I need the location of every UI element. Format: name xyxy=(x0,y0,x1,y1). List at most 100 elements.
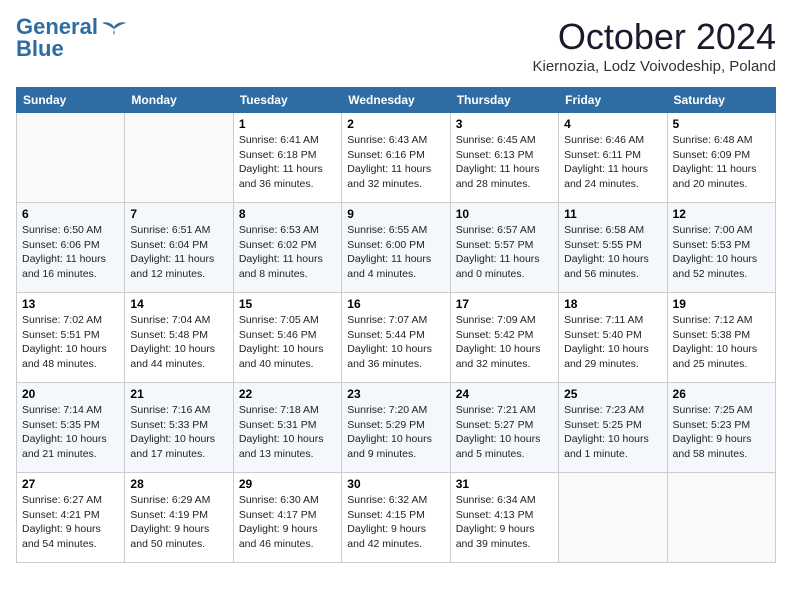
weekday-header: Saturday xyxy=(667,88,775,113)
calendar-cell: 18 Sunrise: 7:11 AM Sunset: 5:40 PM Dayli… xyxy=(559,293,667,383)
day-number: 25 xyxy=(564,387,661,401)
calendar-cell: 28 Sunrise: 6:29 AM Sunset: 4:19 PM Dayli… xyxy=(125,473,233,563)
location: Kiernozia, Lodz Voivodeship, Poland xyxy=(532,58,776,75)
day-info: Sunrise: 6:53 AM Sunset: 6:02 PM Dayligh… xyxy=(239,223,336,282)
calendar-week-row: 27 Sunrise: 6:27 AM Sunset: 4:21 PM Dayli… xyxy=(17,473,776,563)
calendar-cell: 5Sunrise: 6:48 AM Sunset: 6:09 PM Daylig… xyxy=(667,113,775,203)
day-number: 6 xyxy=(22,207,119,221)
day-info: Sunrise: 7:11 AM Sunset: 5:40 PM Dayligh… xyxy=(564,313,661,372)
day-number: 4 xyxy=(564,117,661,131)
calendar-cell: 30Sunrise: 6:32 AM Sunset: 4:15 PM Dayli… xyxy=(342,473,450,563)
calendar-week-row: 1Sunrise: 6:41 AM Sunset: 6:18 PM Daylig… xyxy=(17,113,776,203)
page-header: GeneralBlue October 2024 Kiernozia, Lodz… xyxy=(16,16,776,75)
calendar-week-row: 13Sunrise: 7:02 AM Sunset: 5:51 PM Dayli… xyxy=(17,293,776,383)
day-info: Sunrise: 7:20 AM Sunset: 5:29 PM Dayligh… xyxy=(347,403,444,462)
calendar-cell: 23 Sunrise: 7:20 AM Sunset: 5:29 PM Dayli… xyxy=(342,383,450,473)
day-number: 17 xyxy=(456,297,553,311)
calendar-cell: 6 Sunrise: 6:50 AM Sunset: 6:06 PM Daylig… xyxy=(17,203,125,293)
calendar-cell: 25 Sunrise: 7:23 AM Sunset: 5:25 PM Dayli… xyxy=(559,383,667,473)
day-info: Sunrise: 6:57 AM Sunset: 5:57 PM Dayligh… xyxy=(456,223,553,282)
calendar-cell xyxy=(125,113,233,203)
day-number: 3 xyxy=(456,117,553,131)
day-info: Sunrise: 7:02 AM Sunset: 5:51 PM Dayligh… xyxy=(22,313,119,372)
calendar-cell: 11 Sunrise: 6:58 AM Sunset: 5:55 PM Dayli… xyxy=(559,203,667,293)
day-number: 10 xyxy=(456,207,553,221)
day-info: Sunrise: 7:12 AM Sunset: 5:38 PM Dayligh… xyxy=(673,313,770,372)
day-info: Sunrise: 7:05 AM Sunset: 5:46 PM Dayligh… xyxy=(239,313,336,372)
calendar-cell: 4 Sunrise: 6:46 AM Sunset: 6:11 PM Daylig… xyxy=(559,113,667,203)
calendar-cell: 17 Sunrise: 7:09 AM Sunset: 5:42 PM Dayli… xyxy=(450,293,558,383)
calendar-cell: 16Sunrise: 7:07 AM Sunset: 5:44 PM Dayli… xyxy=(342,293,450,383)
day-number: 18 xyxy=(564,297,661,311)
calendar-cell: 21 Sunrise: 7:16 AM Sunset: 5:33 PM Dayli… xyxy=(125,383,233,473)
day-info: Sunrise: 6:27 AM Sunset: 4:21 PM Dayligh… xyxy=(22,493,119,552)
calendar-cell: 29Sunrise: 6:30 AM Sunset: 4:17 PM Dayli… xyxy=(233,473,341,563)
day-number: 19 xyxy=(673,297,770,311)
calendar-cell: 7 Sunrise: 6:51 AM Sunset: 6:04 PM Daylig… xyxy=(125,203,233,293)
day-info: Sunrise: 6:32 AM Sunset: 4:15 PM Dayligh… xyxy=(347,493,444,552)
day-number: 29 xyxy=(239,477,336,491)
calendar-cell: 2 Sunrise: 6:43 AM Sunset: 6:16 PM Daylig… xyxy=(342,113,450,203)
calendar-cell xyxy=(559,473,667,563)
weekday-header: Tuesday xyxy=(233,88,341,113)
day-info: Sunrise: 6:58 AM Sunset: 5:55 PM Dayligh… xyxy=(564,223,661,282)
day-info: Sunrise: 6:45 AM Sunset: 6:13 PM Dayligh… xyxy=(456,133,553,192)
calendar-cell: 26Sunrise: 7:25 AM Sunset: 5:23 PM Dayli… xyxy=(667,383,775,473)
day-number: 14 xyxy=(130,297,227,311)
day-number: 1 xyxy=(239,117,336,131)
day-number: 26 xyxy=(673,387,770,401)
calendar-cell: 12 Sunrise: 7:00 AM Sunset: 5:53 PM Dayli… xyxy=(667,203,775,293)
day-info: Sunrise: 6:55 AM Sunset: 6:00 PM Dayligh… xyxy=(347,223,444,282)
calendar-cell: 10 Sunrise: 6:57 AM Sunset: 5:57 PM Dayli… xyxy=(450,203,558,293)
calendar-cell: 8 Sunrise: 6:53 AM Sunset: 6:02 PM Daylig… xyxy=(233,203,341,293)
day-number: 7 xyxy=(130,207,227,221)
day-number: 27 xyxy=(22,477,119,491)
calendar-cell xyxy=(17,113,125,203)
weekday-header: Monday xyxy=(125,88,233,113)
day-number: 31 xyxy=(456,477,553,491)
day-number: 22 xyxy=(239,387,336,401)
day-number: 23 xyxy=(347,387,444,401)
day-info: Sunrise: 6:46 AM Sunset: 6:11 PM Dayligh… xyxy=(564,133,661,192)
logo-bird-icon xyxy=(100,19,128,39)
calendar-cell: 15 Sunrise: 7:05 AM Sunset: 5:46 PM Dayli… xyxy=(233,293,341,383)
calendar-cell: 27 Sunrise: 6:27 AM Sunset: 4:21 PM Dayli… xyxy=(17,473,125,563)
weekday-header: Sunday xyxy=(17,88,125,113)
calendar-cell: 9 Sunrise: 6:55 AM Sunset: 6:00 PM Daylig… xyxy=(342,203,450,293)
weekday-header: Thursday xyxy=(450,88,558,113)
logo: GeneralBlue xyxy=(16,16,128,60)
day-info: Sunrise: 6:34 AM Sunset: 4:13 PM Dayligh… xyxy=(456,493,553,552)
day-info: Sunrise: 7:00 AM Sunset: 5:53 PM Dayligh… xyxy=(673,223,770,282)
day-info: Sunrise: 7:23 AM Sunset: 5:25 PM Dayligh… xyxy=(564,403,661,462)
day-info: Sunrise: 7:04 AM Sunset: 5:48 PM Dayligh… xyxy=(130,313,227,372)
day-number: 12 xyxy=(673,207,770,221)
day-number: 15 xyxy=(239,297,336,311)
day-info: Sunrise: 6:43 AM Sunset: 6:16 PM Dayligh… xyxy=(347,133,444,192)
calendar-cell: 24Sunrise: 7:21 AM Sunset: 5:27 PM Dayli… xyxy=(450,383,558,473)
calendar-cell: 20Sunrise: 7:14 AM Sunset: 5:35 PM Dayli… xyxy=(17,383,125,473)
weekday-header: Friday xyxy=(559,88,667,113)
day-info: Sunrise: 6:51 AM Sunset: 6:04 PM Dayligh… xyxy=(130,223,227,282)
day-number: 21 xyxy=(130,387,227,401)
day-info: Sunrise: 6:50 AM Sunset: 6:06 PM Dayligh… xyxy=(22,223,119,282)
calendar-cell: 13Sunrise: 7:02 AM Sunset: 5:51 PM Dayli… xyxy=(17,293,125,383)
calendar-cell: 14 Sunrise: 7:04 AM Sunset: 5:48 PM Dayli… xyxy=(125,293,233,383)
calendar-cell: 19 Sunrise: 7:12 AM Sunset: 5:38 PM Dayli… xyxy=(667,293,775,383)
weekday-header: Wednesday xyxy=(342,88,450,113)
calendar-cell: 31 Sunrise: 6:34 AM Sunset: 4:13 PM Dayli… xyxy=(450,473,558,563)
day-number: 28 xyxy=(130,477,227,491)
calendar-table: SundayMondayTuesdayWednesdayThursdayFrid… xyxy=(16,87,776,563)
day-number: 11 xyxy=(564,207,661,221)
month-title: October 2024 xyxy=(532,16,776,58)
calendar-week-row: 6 Sunrise: 6:50 AM Sunset: 6:06 PM Daylig… xyxy=(17,203,776,293)
day-info: Sunrise: 7:09 AM Sunset: 5:42 PM Dayligh… xyxy=(456,313,553,372)
title-block: October 2024 Kiernozia, Lodz Voivodeship… xyxy=(532,16,776,75)
day-number: 9 xyxy=(347,207,444,221)
day-info: Sunrise: 7:16 AM Sunset: 5:33 PM Dayligh… xyxy=(130,403,227,462)
day-number: 24 xyxy=(456,387,553,401)
day-number: 8 xyxy=(239,207,336,221)
day-info: Sunrise: 7:18 AM Sunset: 5:31 PM Dayligh… xyxy=(239,403,336,462)
day-number: 2 xyxy=(347,117,444,131)
day-info: Sunrise: 6:29 AM Sunset: 4:19 PM Dayligh… xyxy=(130,493,227,552)
day-info: Sunrise: 6:48 AM Sunset: 6:09 PM Dayligh… xyxy=(673,133,770,192)
